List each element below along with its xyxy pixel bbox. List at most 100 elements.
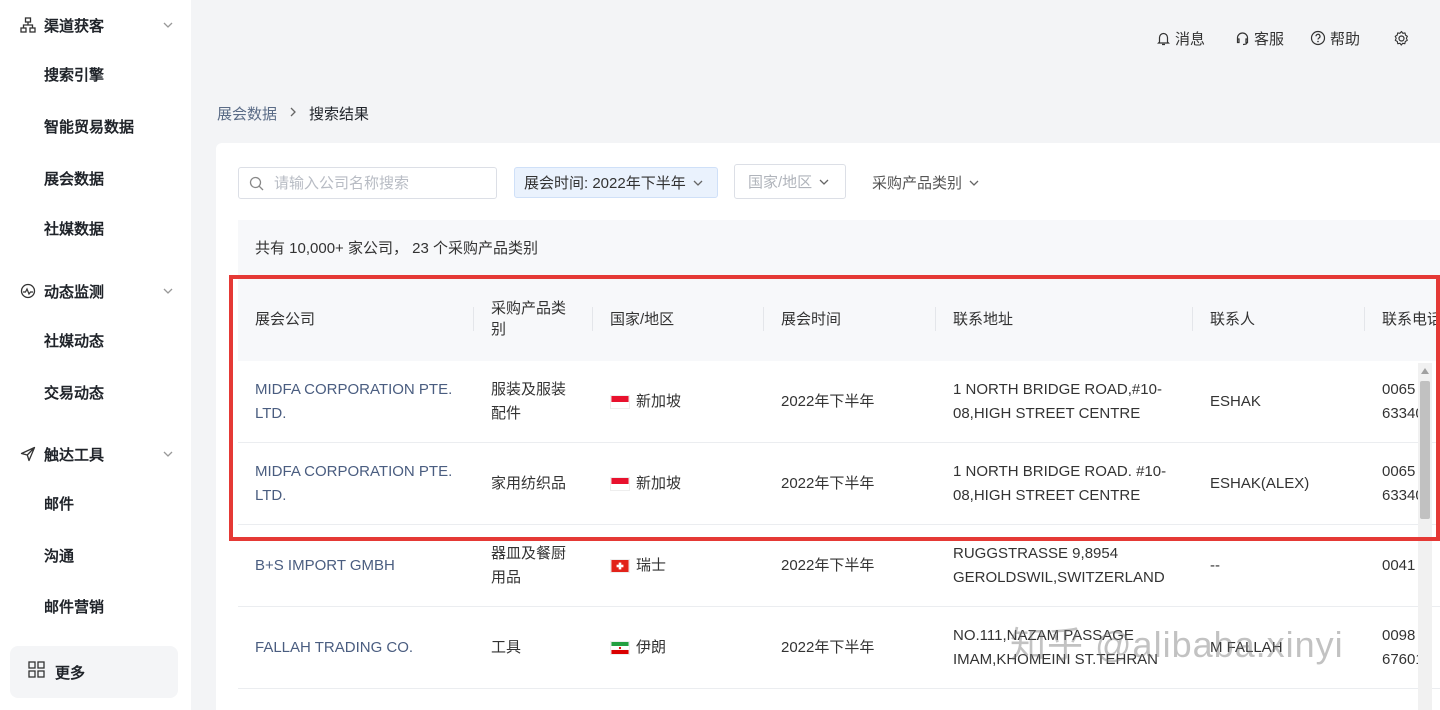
- company-link[interactable]: B+S IMPORT GMBH: [255, 525, 465, 607]
- headset-icon: [1236, 31, 1249, 45]
- address-cell: 1 NORTH BRIDGE ROAD. #10-08,HIGH STREET …: [953, 463, 1167, 504]
- sidebar-item-search-engine[interactable]: 搜索引擎: [44, 64, 104, 88]
- country-name: 伊朗: [636, 639, 667, 656]
- sidebar-item-email-marketing[interactable]: 邮件营销: [44, 596, 104, 620]
- time-cell: 2022年下半年: [781, 557, 875, 574]
- time-cell: 2022年下半年: [781, 393, 875, 410]
- company-link[interactable]: FALLAH TRADING CO.: [255, 607, 465, 689]
- time-cell: 2022年下半年: [781, 475, 875, 492]
- sidebar-item-trade-data[interactable]: 智能贸易数据: [44, 116, 134, 140]
- category-cell: 工具: [491, 639, 522, 656]
- column-divider: [1192, 307, 1193, 331]
- table-row[interactable]: B+S IMPORT GMBH 器皿及餐厨用品 瑞士 2022年下半年 RUGG…: [238, 525, 1440, 607]
- category-cell: 家用纺织品: [491, 475, 567, 492]
- sidebar-item-exhibition-data[interactable]: 展会数据: [44, 168, 104, 192]
- more-button[interactable]: 更多: [10, 646, 178, 698]
- table-row[interactable]: FALLAH TRADING CO. 工具 伊朗 2022年下半年 NO.111…: [238, 607, 1440, 689]
- category-cell: 服装及服装配件: [491, 381, 567, 422]
- search-icon: [249, 176, 264, 190]
- country-cell: 新加坡: [610, 361, 750, 443]
- country-name: 瑞士: [636, 557, 667, 574]
- switzerland-flag-icon: [610, 559, 630, 573]
- company-link[interactable]: MIDFA CORPORATION PTE. LTD.: [255, 443, 465, 525]
- column-divider: [935, 307, 936, 331]
- sidebar-item-social-activity[interactable]: 社媒动态: [44, 330, 104, 354]
- country-cell: 伊朗: [610, 607, 750, 689]
- address-cell: RUGGSTRASSE 9,8954 GEROLDSWIL,SWITZERLAN…: [953, 545, 1165, 586]
- search-input[interactable]: [274, 174, 474, 192]
- column-divider: [763, 307, 764, 331]
- sidebar-group-label: 动态监测: [44, 283, 105, 301]
- help-label: 帮助: [1330, 30, 1361, 48]
- gear-icon: [1394, 30, 1408, 46]
- table-row[interactable]: MIDFA CORPORATION PTE. LTD. 服装及服装配件 新加坡 …: [238, 361, 1440, 443]
- address-cell: 1 NORTH BRIDGE ROAD,#10-08,HIGH STREET C…: [953, 381, 1162, 422]
- category-filter[interactable]: 采购产品类别: [872, 167, 980, 198]
- hierarchy-icon: [20, 17, 36, 33]
- column-header-company: 展会公司: [255, 310, 316, 328]
- column-header-country: 国家/地区: [610, 310, 675, 328]
- customer-service-button[interactable]: 客服: [1235, 26, 1284, 50]
- phone-cell: 0098 67601: [1382, 627, 1420, 668]
- exhibition-time-filter[interactable]: 展会时间: 2022年下半年: [514, 167, 718, 198]
- column-header-address: 联系地址: [953, 310, 1014, 328]
- messages-button[interactable]: 消息: [1156, 26, 1205, 50]
- chevron-down-icon: [819, 179, 829, 185]
- chevron-down-icon: [163, 22, 173, 28]
- settings-button[interactable]: [1393, 26, 1414, 50]
- chevron-down-icon: [693, 180, 703, 186]
- column-header-time: 展会时间: [781, 310, 842, 328]
- phone-cell: 0041: [1382, 557, 1416, 574]
- grid-icon: [28, 661, 45, 683]
- column-divider: [592, 307, 593, 331]
- country-filter[interactable]: 国家/地区: [734, 164, 846, 199]
- breadcrumb: 展会数据 搜索结果: [217, 102, 369, 124]
- contact-cell: ESHAK: [1210, 393, 1261, 410]
- table-row[interactable]: MIDFA CORPORATION PTE. LTD. 家用纺织品 新加坡 20…: [238, 443, 1440, 525]
- contact-cell: M FALLAH: [1210, 639, 1283, 656]
- sidebar-group-channel[interactable]: 渠道获客: [0, 10, 191, 40]
- sidebar-group-label: 触达工具: [44, 446, 105, 464]
- results-summary: 共有 10,000+ 家公司， 23 个采购产品类别: [238, 220, 1440, 275]
- send-icon: [20, 446, 36, 462]
- chevron-down-icon: [163, 451, 173, 457]
- country-cell: 瑞士: [610, 525, 750, 607]
- iran-flag-icon: [610, 641, 630, 655]
- column-header-phone: 联系电话: [1382, 310, 1440, 328]
- help-button[interactable]: 帮助: [1310, 26, 1360, 50]
- time-cell: 2022年下半年: [781, 639, 875, 656]
- sidebar-group-monitor[interactable]: 动态监测: [0, 276, 191, 306]
- country-cell: 新加坡: [610, 443, 750, 525]
- column-header-contact: 联系人: [1210, 310, 1256, 328]
- category-cell: 器皿及餐厨用品: [491, 545, 567, 586]
- sidebar-item-email[interactable]: 邮件: [44, 493, 74, 517]
- chevron-down-icon: [969, 180, 979, 186]
- table-header: 展会公司 采购产品类别 国家/地区 展会时间 联系地址 联系人 联系电话: [238, 277, 1440, 361]
- sidebar-group-outreach[interactable]: 触达工具: [0, 439, 191, 469]
- service-label: 客服: [1254, 30, 1285, 48]
- sidebar-item-chat[interactable]: 沟通: [44, 545, 74, 569]
- country-name: 新加坡: [636, 475, 682, 492]
- sidebar-item-trade-activity[interactable]: 交易动态: [44, 382, 104, 406]
- singapore-flag-icon: [610, 477, 630, 491]
- contact-cell: --: [1210, 557, 1220, 574]
- monitor-icon: [20, 283, 36, 299]
- bell-icon: [1157, 32, 1170, 45]
- address-cell: NO.111,NAZAM PASSAGE IMAM,KHOMEINI ST.TE…: [953, 627, 1159, 668]
- scrollbar-thumb[interactable]: [1420, 381, 1430, 519]
- company-search[interactable]: [238, 167, 497, 199]
- more-label: 更多: [55, 664, 86, 682]
- sidebar-item-social-data[interactable]: 社媒数据: [44, 218, 104, 242]
- chevron-down-icon: [163, 288, 173, 294]
- sidebar-group-label: 渠道获客: [44, 17, 105, 35]
- company-link[interactable]: MIDFA CORPORATION PTE. LTD.: [255, 361, 465, 443]
- sidebar: 渠道获客 搜索引擎 智能贸易数据 展会数据 社媒数据 动态监测 社媒动态 交易动…: [0, 0, 191, 710]
- category-filter-label: 采购产品类别: [872, 175, 963, 192]
- chevron-right-icon: [289, 105, 297, 122]
- time-filter-label: 展会时间: 2022年下半年: [524, 175, 686, 192]
- phone-cell: 0065 63340: [1382, 463, 1422, 504]
- table-scrollbar[interactable]: [1418, 363, 1432, 710]
- messages-label: 消息: [1175, 30, 1206, 48]
- scroll-up-arrow-icon[interactable]: [1420, 366, 1430, 376]
- breadcrumb-exhibition-link[interactable]: 展会数据: [217, 103, 277, 124]
